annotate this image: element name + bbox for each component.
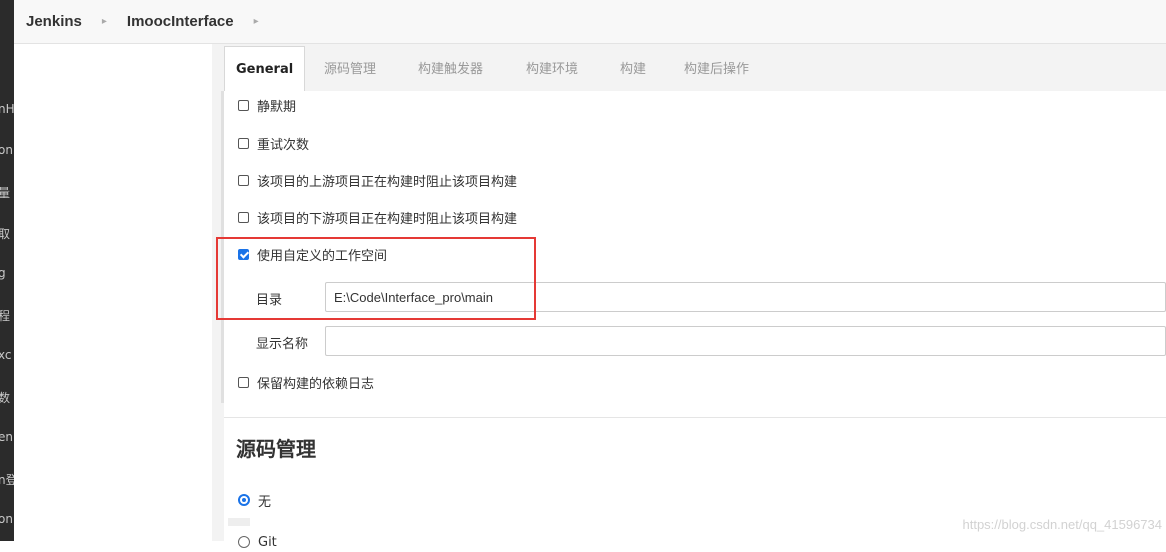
tab-source-code[interactable]: 源码管理 xyxy=(324,50,376,90)
block-upstream-label: 该项目的上游项目正在构建时阻止该项目构建 xyxy=(257,174,518,190)
tab-general[interactable]: General xyxy=(224,46,306,92)
block-downstream-label: 该项目的下游项目正在构建时阻止该项目构建 xyxy=(257,211,518,227)
breadcrumb-chevron-icon[interactable]: ▸ xyxy=(254,16,259,27)
sidebar-fragment[interactable]: 取 xyxy=(0,225,14,242)
scm-git-radio[interactable] xyxy=(238,536,250,548)
quiet-period-checkbox[interactable] xyxy=(238,99,249,111)
retry-count-label: 重试次数 xyxy=(257,137,310,153)
sidebar-fragment[interactable]: 程 xyxy=(0,307,14,324)
sidebar-fragment[interactable]: on xyxy=(0,512,14,526)
scm-git-label: Git xyxy=(258,534,277,550)
tab-build[interactable]: 构建 xyxy=(620,50,646,90)
scm-none-label: 无 xyxy=(258,494,272,510)
quiet-period-label: 静默期 xyxy=(257,99,297,115)
display-name-input[interactable] xyxy=(325,326,1166,356)
option-retry-count[interactable]: 重试次数 xyxy=(238,133,309,153)
scm-none-radio[interactable] xyxy=(238,494,250,506)
tab-build-triggers[interactable]: 构建触发器 xyxy=(418,50,483,90)
option-block-downstream[interactable]: 该项目的下游项目正在构建时阻止该项目构建 xyxy=(238,207,517,227)
section-divider xyxy=(224,417,1166,418)
block-downstream-checkbox[interactable] xyxy=(238,211,249,223)
tab-build-environment[interactable]: 构建环境 xyxy=(526,50,578,90)
block-upstream-checkbox[interactable] xyxy=(238,174,249,186)
keep-dependencies-checkbox[interactable] xyxy=(238,376,249,388)
option-block-upstream[interactable]: 该项目的上游项目正在构建时阻止该项目构建 xyxy=(238,170,517,190)
sidebar-fragment[interactable]: g xyxy=(0,266,14,280)
sidebar-fragment[interactable]: 量 xyxy=(0,184,14,201)
annotation-highlight-box xyxy=(216,237,536,320)
sidebar-fragment[interactable]: n登 xyxy=(0,471,14,488)
retry-count-checkbox[interactable] xyxy=(238,137,249,149)
breadcrumb: Jenkins ▸ ImoocInterface ▸ xyxy=(14,0,1166,44)
side-panel xyxy=(14,44,212,541)
option-keep-dependencies[interactable]: 保留构建的依赖日志 xyxy=(238,372,374,392)
sidebar-strip: nH on 量 取 g 程 xc 数 en n登 on xyxy=(0,0,14,541)
scm-option-none[interactable]: 无 xyxy=(238,490,271,510)
breadcrumb-project-link[interactable]: ImoocInterface xyxy=(127,13,234,30)
watermark-text: https://blog.csdn.net/qq_41596734 xyxy=(962,517,1163,532)
display-name-label: 显示名称 xyxy=(256,337,309,352)
sidebar-fragment[interactable]: on xyxy=(0,143,14,157)
sidebar-fragment[interactable]: nH xyxy=(0,102,14,116)
scm-option-git[interactable]: Git xyxy=(238,532,277,552)
config-tabs: General 源码管理 构建触发器 构建环境 构建 构建后操作 xyxy=(224,44,1166,92)
option-quiet-period[interactable]: 静默期 xyxy=(238,95,296,115)
sidebar-fragment[interactable]: xc xyxy=(0,348,14,362)
sidebar-fragment[interactable]: en xyxy=(0,430,14,444)
sidebar-fragment[interactable]: 数 xyxy=(0,389,14,406)
scm-help-stub xyxy=(228,518,250,526)
tab-post-build[interactable]: 构建后操作 xyxy=(684,50,749,90)
breadcrumb-jenkins-link[interactable]: Jenkins xyxy=(26,13,82,30)
keep-dependencies-label: 保留构建的依赖日志 xyxy=(257,376,375,392)
breadcrumb-chevron-icon: ▸ xyxy=(101,16,107,27)
scm-section-title: 源码管理 xyxy=(236,437,316,461)
